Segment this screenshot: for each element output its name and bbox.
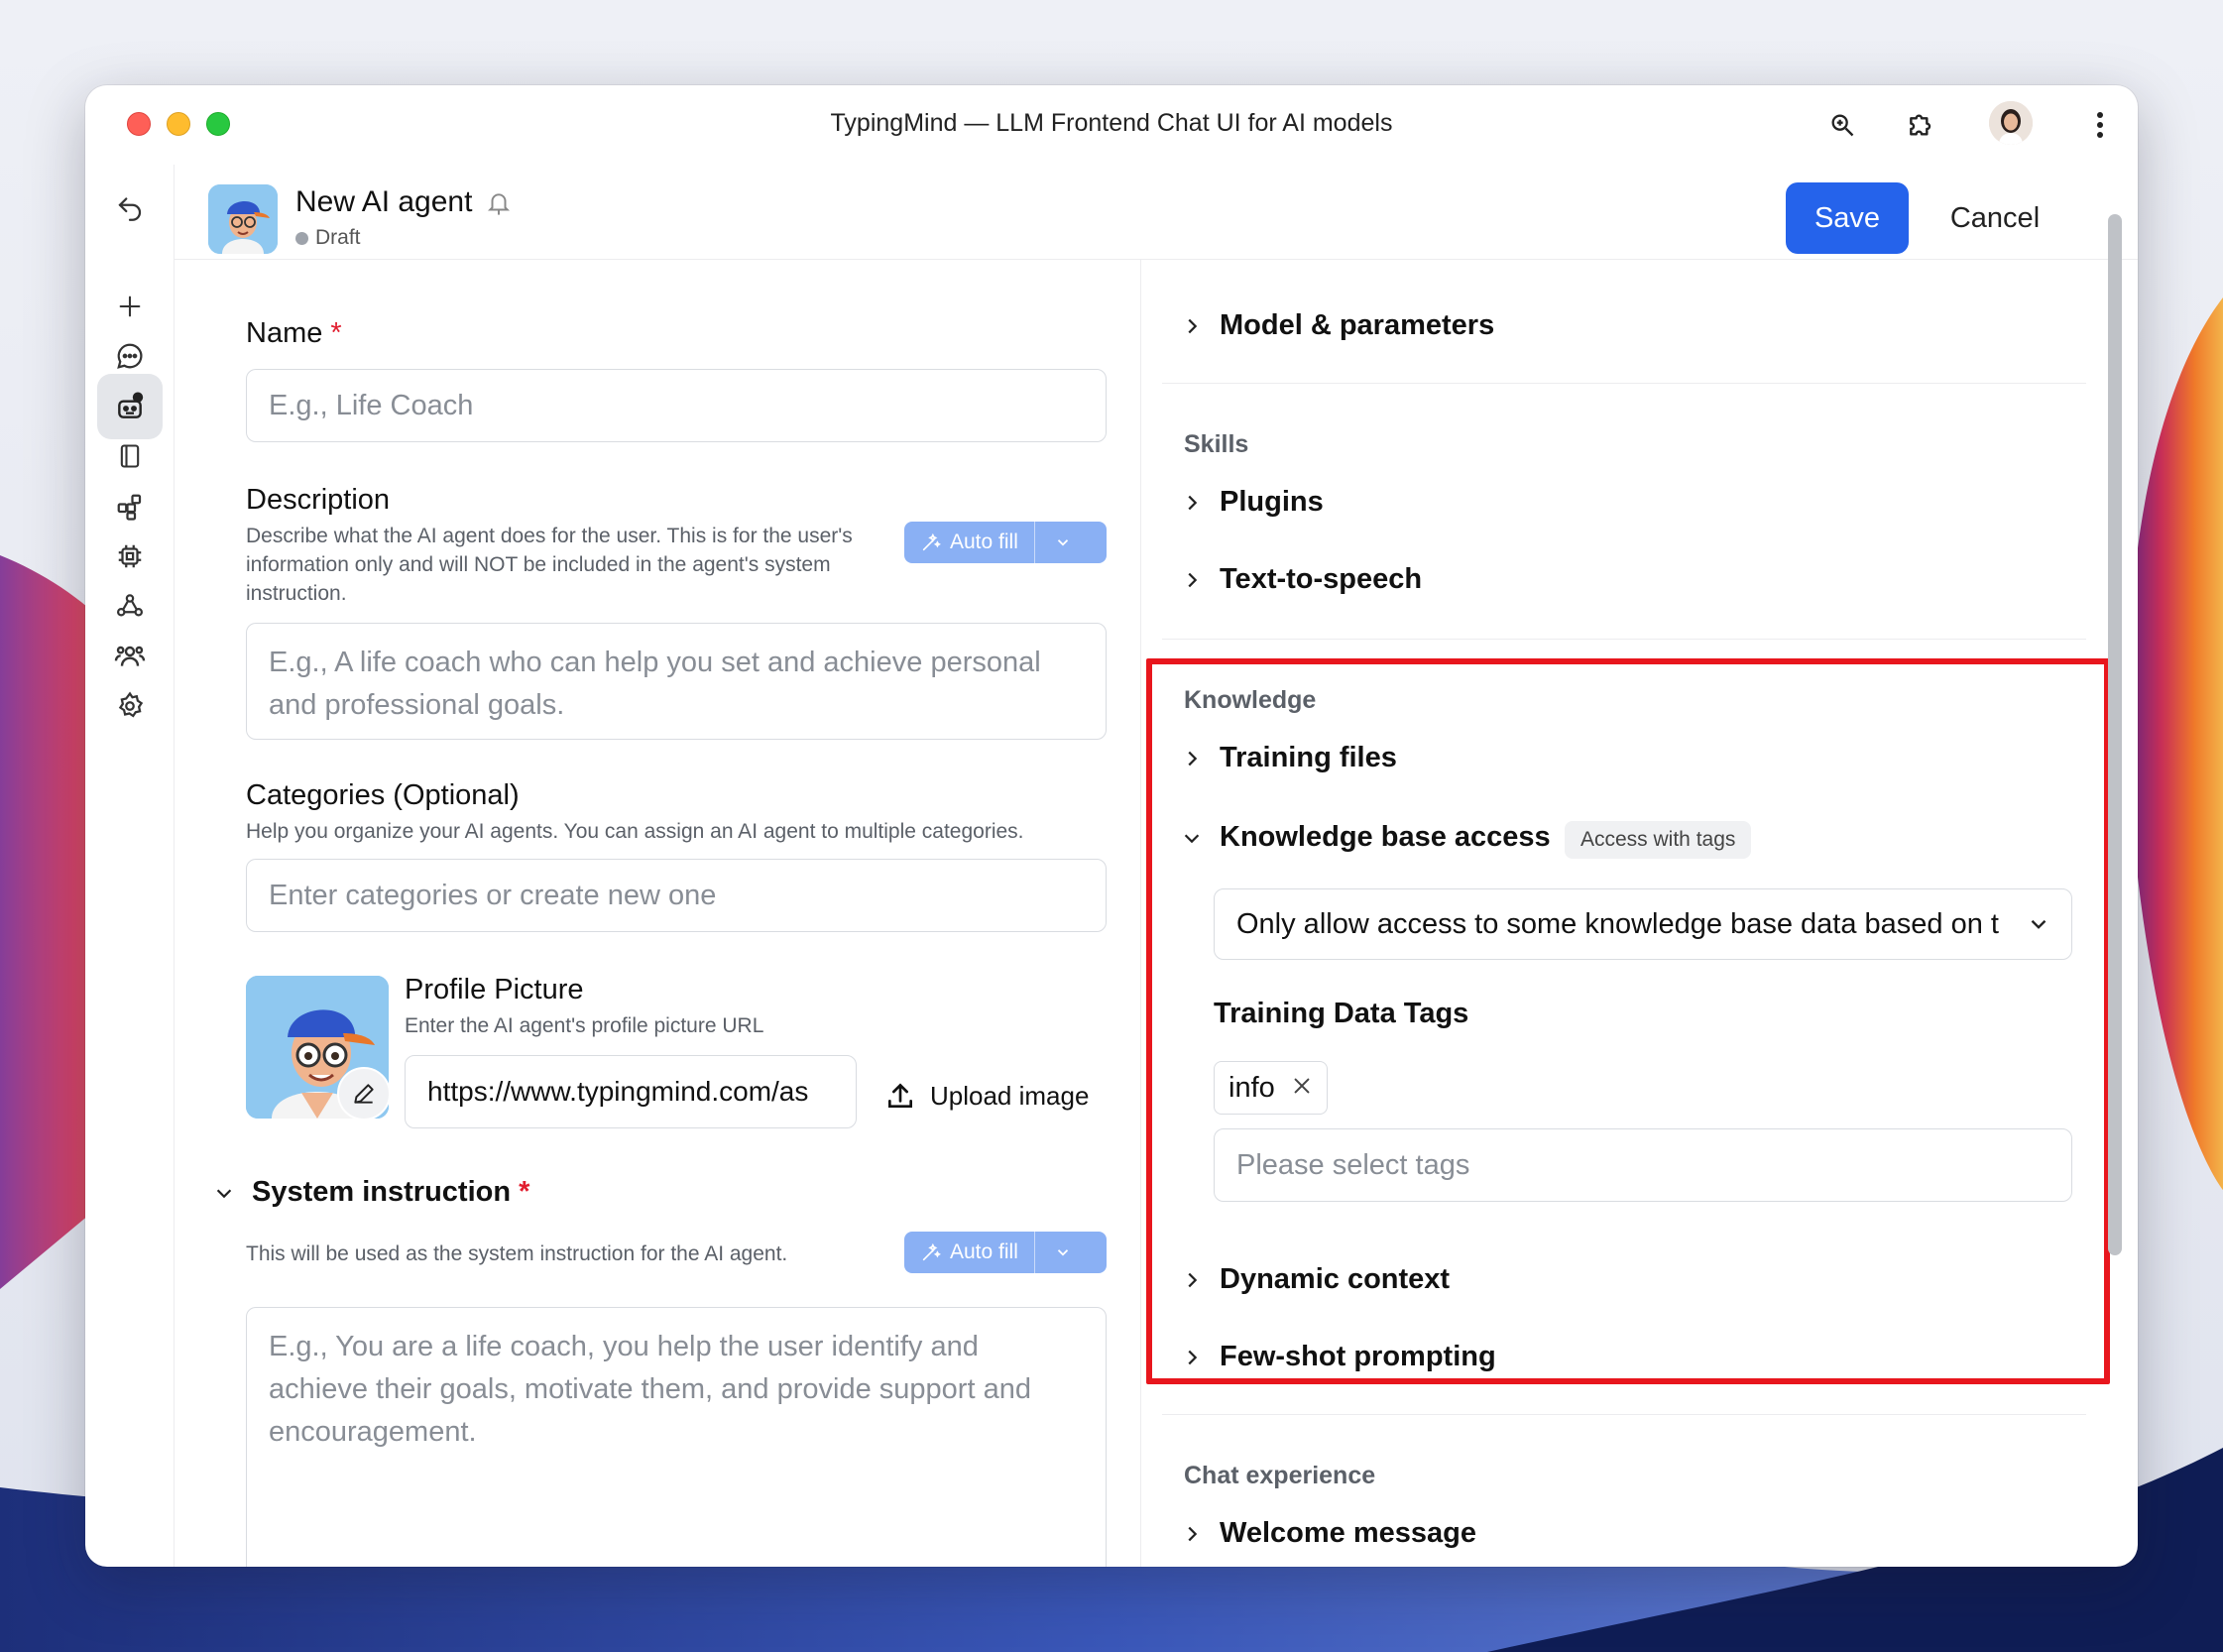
divider <box>1162 639 2086 640</box>
chevron-down-icon <box>212 1182 236 1204</box>
title-bar: TypingMind — LLM Frontend Chat UI for AI… <box>85 85 2138 165</box>
column-divider <box>1140 260 1141 1567</box>
name-label: Name * <box>246 317 342 349</box>
profile-picture-url-input[interactable]: https://www.typingmind.com/as <box>405 1055 857 1128</box>
agent-name: New AI agent <box>295 185 473 218</box>
chevron-right-icon <box>1180 492 1204 514</box>
system-instruction-textarea[interactable]: E.g., You are a life coach, you help the… <box>246 1307 1107 1567</box>
agent-avatar[interactable] <box>208 184 278 254</box>
name-input[interactable]: E.g., Life Coach <box>246 369 1107 442</box>
sidebar-rail: N <box>85 165 175 1567</box>
agent-status: Draft <box>295 226 361 250</box>
chevron-right-icon <box>1180 569 1204 591</box>
categories-help: Help you organize your AI agents. You ca… <box>246 820 1024 843</box>
text-to-speech-section[interactable]: Text-to-speech <box>1180 563 1422 596</box>
system-instruction-autofill-button[interactable]: Auto fill <box>904 1232 1107 1273</box>
autofill-main[interactable]: Auto fill <box>904 1232 1034 1273</box>
categories-label: Categories (Optional) <box>246 779 520 811</box>
settings-icon[interactable] <box>97 673 163 739</box>
zoom-search-icon[interactable] <box>1822 105 1862 145</box>
profile-picture-label: Profile Picture <box>405 974 584 1005</box>
autofill-dropdown-chevron-icon[interactable] <box>1035 522 1091 563</box>
categories-input[interactable]: Enter categories or create new one <box>246 859 1107 932</box>
description-help: Describe what the AI agent does for the … <box>246 525 853 605</box>
system-instruction-help: This will be used as the system instruct… <box>246 1242 788 1265</box>
scroll-fade <box>1184 260 2076 274</box>
scrollbar[interactable] <box>2108 214 2122 1255</box>
description-autofill-button[interactable]: Auto fill <box>904 522 1107 563</box>
user-avatar[interactable] <box>1989 101 2033 145</box>
skills-group-label: Skills <box>1184 430 1249 458</box>
model-parameters-section[interactable]: Model & parameters <box>1180 309 1494 342</box>
description-label: Description <box>246 484 391 516</box>
divider <box>1162 383 2086 384</box>
cancel-button[interactable]: Cancel <box>1935 182 2054 254</box>
status-dot <box>295 231 308 245</box>
upload-image-button[interactable]: Upload image <box>884 1071 1089 1121</box>
autofill-main[interactable]: Auto fill <box>904 522 1034 563</box>
plugins-section[interactable]: Plugins <box>1180 486 1324 519</box>
divider <box>1162 1414 2086 1415</box>
extensions-icon[interactable] <box>1902 105 1941 145</box>
system-instruction-toggle[interactable]: System instruction * <box>212 1176 529 1209</box>
save-button[interactable]: Save <box>1786 182 1909 254</box>
status-label: Draft <box>315 226 361 249</box>
scrollbar-thumb[interactable] <box>2108 214 2122 1255</box>
chat-experience-group-label: Chat experience <box>1184 1462 1376 1489</box>
edit-picture-pencil-icon[interactable] <box>337 1067 391 1121</box>
pin-icon[interactable] <box>486 188 512 223</box>
autofill-dropdown-chevron-icon[interactable] <box>1035 1232 1091 1273</box>
profile-picture-help: Enter the AI agent's profile picture URL <box>405 1014 764 1037</box>
app-window: TypingMind — LLM Frontend Chat UI for AI… <box>85 85 2138 1567</box>
more-menu-icon[interactable] <box>2080 105 2120 145</box>
welcome-message-section[interactable]: Welcome message <box>1180 1517 1476 1550</box>
back-icon[interactable] <box>97 174 163 239</box>
knowledge-highlight-box <box>1146 658 2110 1384</box>
description-textarea[interactable]: E.g., A life coach who can help you set … <box>246 623 1107 740</box>
chevron-right-icon <box>1180 1523 1204 1545</box>
chevron-right-icon <box>1180 315 1204 337</box>
